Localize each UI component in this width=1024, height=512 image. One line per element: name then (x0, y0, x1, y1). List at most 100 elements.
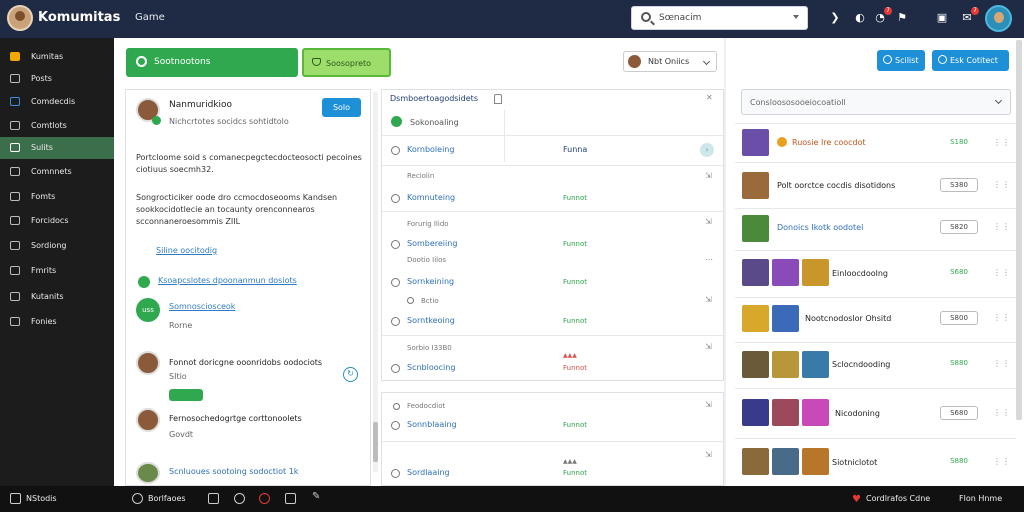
bookmark-icon[interactable]: ❯ (828, 11, 842, 25)
refresh-icon[interactable]: ↻ (343, 367, 358, 382)
avatar[interactable] (136, 408, 160, 432)
search-input[interactable]: Sœnacim (631, 6, 808, 30)
price-pill[interactable]: S180 (940, 136, 978, 150)
close-icon[interactable]: ✕ (706, 93, 713, 102)
contact-button[interactable]: Esk Cotitect (932, 50, 1009, 71)
sidebar-item-forum[interactable]: Fomts (0, 186, 114, 208)
sort-button[interactable]: Scilist (877, 50, 925, 71)
pin-icon[interactable] (494, 94, 502, 104)
price-pill[interactable]: S880 (940, 455, 978, 469)
table-row[interactable]: Dootio Iilos ⋯ Sornkeining Funnot (382, 252, 725, 292)
sidebar-item-chat[interactable]: Comdecdis (0, 91, 114, 113)
drag-handle-icon[interactable]: ⋮⋮ (993, 222, 1011, 231)
sidebar-item-edit[interactable]: Sulits (0, 137, 114, 159)
profile-link[interactable]: Siline oocitodig (156, 246, 217, 255)
message-icon[interactable]: ✉ 7 (960, 7, 979, 25)
scrollbar-thumb[interactable] (1016, 40, 1022, 420)
collapse-icon[interactable]: ⇲ (705, 400, 712, 409)
scrollbar-thumb[interactable] (373, 422, 378, 462)
primary-action-button[interactable]: Sootnootons (126, 48, 298, 77)
scrollbar[interactable] (1016, 40, 1022, 420)
price-pill[interactable]: S680 (940, 406, 978, 420)
table-row[interactable]: Forurig Ilido ⇲ Sombereiing Funnot (382, 211, 725, 257)
radio-button[interactable] (393, 403, 400, 410)
list-item[interactable]: Einloocdoolng S680 ⋮⋮ (735, 250, 1016, 297)
follow-button[interactable]: Solo (322, 98, 361, 117)
radio-button[interactable] (391, 317, 400, 326)
collapse-icon[interactable]: ⇲ (705, 217, 712, 226)
drag-handle-icon[interactable]: ⋮⋮ (993, 359, 1011, 368)
globe-icon[interactable] (234, 493, 245, 504)
table-row[interactable]: Sorbio I33B0 ▲▲▲ ⇲ Scnbloocing Funnot (382, 335, 725, 381)
group-name[interactable]: Somnosciosceok (169, 302, 235, 311)
sidebar-item-kumitas[interactable]: Kumitas (0, 46, 114, 68)
sidebar-item-comments[interactable]: Comnnets (0, 161, 114, 183)
price-pill[interactable]: S380 (940, 178, 978, 192)
more-icon[interactable]: ⋯ (705, 255, 713, 264)
price-pill[interactable]: S800 (940, 311, 978, 325)
logo-avatar[interactable] (7, 5, 33, 31)
heart-icon[interactable]: ♥ (852, 494, 861, 505)
circle-icon[interactable] (132, 493, 143, 504)
right-filter-select[interactable]: Consloososooeiocoatioll (741, 89, 1011, 115)
tool-icon[interactable]: ✎ (312, 491, 323, 502)
list-item[interactable]: Nootcnodoslor Ohsitd S800 ⋮⋮ (735, 297, 1016, 342)
footer-label[interactable]: Flon Hnme (959, 494, 1002, 503)
table-row[interactable]: Feodocdiot ⇲ Sonnblaaing Funnot (382, 393, 725, 439)
table-row[interactable]: Bctio ⇲ Sorntkeoing Funnot (382, 292, 725, 332)
list-item[interactable]: Polt oorctce cocdis disotidons S380 ⋮⋮ (735, 162, 1016, 208)
sidebar-item-calendar[interactable]: Kutanits (0, 286, 114, 308)
price-pill[interactable]: S680 (940, 266, 978, 280)
window-icon[interactable]: ▣ (935, 11, 949, 25)
radio-button[interactable] (391, 469, 400, 478)
list-item[interactable]: Ruosie Ire coocdot S180 ⋮⋮ (735, 123, 1016, 161)
price-pill[interactable]: S820 (940, 220, 978, 234)
list-item[interactable]: Nicodoning S680 ⋮⋮ (735, 388, 1016, 438)
chevron-right-icon[interactable]: › (700, 143, 714, 157)
bell-icon[interactable]: ◔ 7 (873, 7, 892, 25)
drag-handle-icon[interactable]: ⋮⋮ (993, 138, 1011, 147)
scrollbar[interactable] (373, 92, 378, 472)
radio-button[interactable] (391, 364, 400, 373)
list-item[interactable]: Donoics Ikotk oodotel S820 ⋮⋮ (735, 208, 1016, 250)
radio-button[interactable] (391, 240, 400, 249)
sidebar-item-docs[interactable]: Forcidocs (0, 210, 114, 232)
radio-button[interactable] (391, 421, 400, 430)
sidebar-item-share[interactable]: Fmrits (0, 260, 114, 282)
collapse-icon[interactable]: ⇲ (705, 171, 712, 180)
drag-handle-icon[interactable]: ⋮⋮ (993, 313, 1011, 322)
list-item[interactable]: Siotniclotot S880 ⋮⋮ (735, 438, 1016, 484)
radio-button[interactable] (407, 297, 414, 304)
table-row[interactable]: Kornboleing Funna › (382, 135, 725, 163)
chart-icon[interactable] (285, 493, 296, 504)
filter-select[interactable]: Nbt Oniics (623, 51, 717, 72)
price-pill[interactable]: S880 (940, 357, 978, 371)
sidebar-item-posts[interactable]: Posts (0, 68, 114, 90)
table-row[interactable]: ▲▲▲ ⇲ Sordlaaing Funnot (382, 441, 725, 487)
radio-button[interactable] (391, 194, 400, 203)
avatar[interactable] (136, 462, 160, 484)
collapse-icon[interactable]: ⇲ (705, 342, 712, 351)
flag-icon[interactable]: ⚑ (895, 11, 909, 25)
footer-label[interactable]: Cordlrafos Cdne (866, 494, 930, 503)
list-item[interactable]: Sclocndooding S880 ⋮⋮ (735, 342, 1016, 388)
image-icon[interactable] (208, 493, 219, 504)
drag-handle-icon[interactable]: ⋮⋮ (993, 268, 1011, 277)
collapse-icon[interactable]: ⇲ (705, 450, 712, 459)
user-avatar[interactable] (985, 5, 1012, 32)
sidebar-item-tools[interactable]: Sordiong (0, 235, 114, 257)
drag-handle-icon[interactable]: ⋮⋮ (993, 457, 1011, 466)
collapse-icon[interactable]: ⇲ (705, 295, 712, 304)
drag-handle-icon[interactable]: ⋮⋮ (993, 180, 1011, 189)
profile-link[interactable]: Ksoapcslotes dpoonanmun dosiots (158, 276, 297, 285)
table-row[interactable]: Reciolin ⇲ Komnuteing Funnot (382, 165, 725, 211)
radio-button[interactable] (391, 146, 400, 155)
radio-button[interactable] (391, 278, 400, 287)
sidebar-item-settings[interactable]: Fonies (0, 311, 114, 333)
record-icon[interactable] (259, 493, 270, 504)
discord-icon[interactable]: ◐ (853, 11, 867, 25)
sidebar-item-list[interactable]: Comtlots (0, 115, 114, 137)
drag-handle-icon[interactable]: ⋮⋮ (993, 408, 1011, 417)
avatar[interactable] (136, 351, 160, 375)
secondary-action-button[interactable]: Soosopreto (302, 48, 391, 77)
